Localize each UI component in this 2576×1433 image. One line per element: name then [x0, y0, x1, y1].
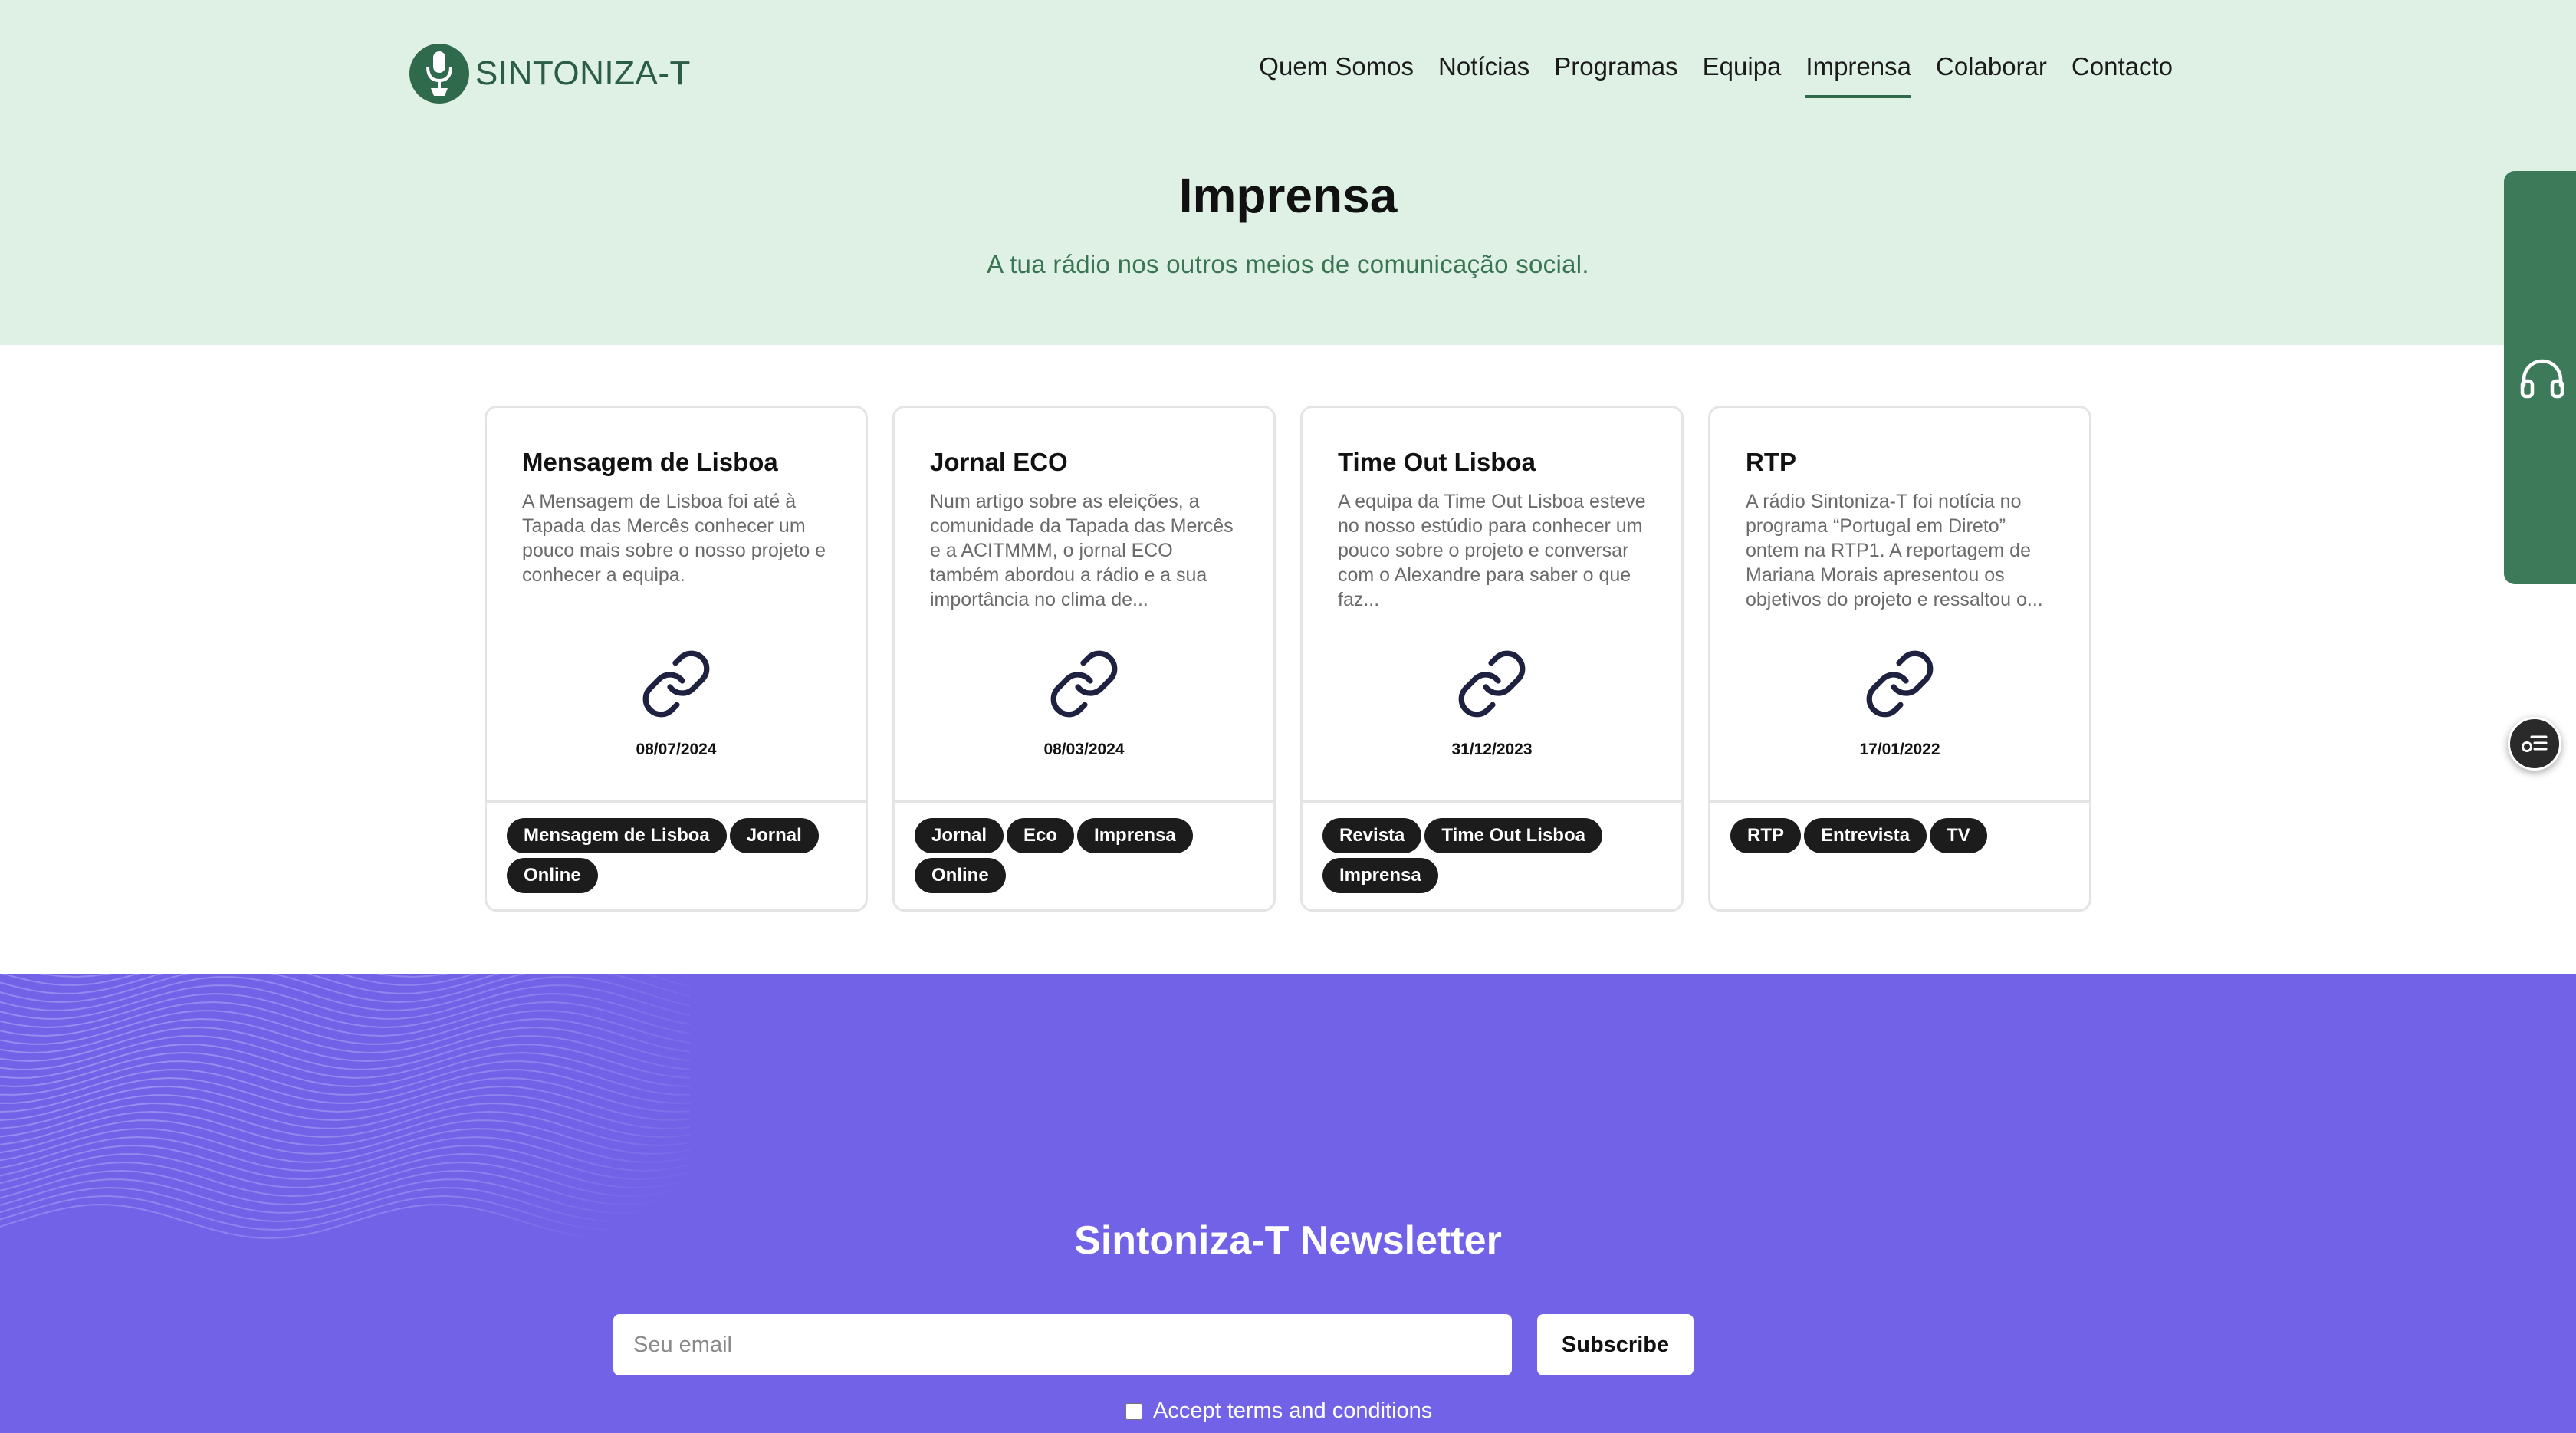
page-subtitle: A tua rádio nos outros meios de comunica…	[987, 250, 1589, 278]
main-nav: Quem Somos Notícias Programas Equipa Imp…	[1259, 52, 2173, 98]
press-card-tags: Mensagem de Lisboa Jornal Online	[487, 800, 866, 909]
site-logo-text: SINTONIZA-T	[475, 54, 691, 92]
email-field[interactable]	[613, 1314, 1512, 1375]
press-card-body: Jornal ECO Num artigo sobre as eleições,…	[895, 408, 1273, 800]
press-card-date: 31/12/2023	[1451, 741, 1533, 758]
press-card-body: Mensagem de Lisboa A Mensagem de Lisboa …	[487, 408, 866, 800]
headphones-icon	[2520, 359, 2564, 398]
accessibility-button[interactable]	[2508, 717, 2561, 771]
press-card-date: 08/07/2024	[636, 741, 717, 758]
tag-chip[interactable]: Eco	[1007, 818, 1075, 853]
press-card-link[interactable]	[895, 647, 1273, 721]
microphone-icon	[409, 44, 469, 104]
link-icon	[1866, 650, 1934, 718]
radio-player-tab[interactable]	[2504, 171, 2576, 584]
wave-line	[0, 974, 690, 994]
press-card-tags: Jornal Eco Imprensa Online	[895, 800, 1273, 909]
nav-item-quem-somos[interactable]: Quem Somos	[1259, 52, 1414, 98]
press-card-text: A rádio Sintoniza-T foi notícia no progr…	[1746, 491, 2043, 610]
nav-item-imprensa[interactable]: Imprensa	[1806, 52, 1911, 98]
wave-line	[0, 1051, 690, 1088]
press-card: RTP A rádio Sintoniza-T foi notícia no p…	[1708, 406, 2091, 912]
tag-chip[interactable]: RTP	[1730, 818, 1801, 853]
tag-chip[interactable]: Imprensa	[1322, 858, 1438, 893]
nav-item-programas[interactable]: Programas	[1554, 52, 1677, 98]
press-card-title: Mensagem de Lisboa	[522, 448, 778, 476]
press-card-tags: RTP Entrevista TV	[1710, 800, 2089, 909]
tag-chip[interactable]: Time Out Lisboa	[1424, 818, 1602, 853]
tag-chip[interactable]: TV	[1930, 818, 1987, 853]
nav-item-colaborar[interactable]: Colaborar	[1936, 52, 2047, 98]
link-icon	[642, 650, 710, 718]
tag-chip[interactable]: Imprensa	[1077, 818, 1193, 853]
tag-chip[interactable]: Revista	[1322, 818, 1422, 853]
nav-item-noticias[interactable]: Notícias	[1438, 52, 1530, 98]
press-card-title: Time Out Lisboa	[1338, 448, 1536, 476]
press-card-link[interactable]	[1710, 647, 2089, 721]
wave-line	[1, 974, 690, 986]
link-icon	[1050, 650, 1118, 718]
tag-chip[interactable]: Jornal	[915, 818, 1004, 853]
tag-chip[interactable]: Online	[915, 858, 1006, 893]
link-icon	[1458, 650, 1526, 718]
newsletter-section: Sintoniza-T Newsletter Subscribe Accept …	[0, 974, 2576, 1433]
terms-checkbox[interactable]	[1125, 1402, 1142, 1420]
press-card-text: A Mensagem de Lisboa foi até à Tapada da…	[522, 491, 826, 586]
press-card-tags: Revista Time Out Lisboa Imprensa	[1303, 800, 1681, 909]
wave-line	[0, 1128, 690, 1163]
nav-item-contacto[interactable]: Contacto	[2072, 52, 2173, 98]
press-card-body: RTP A rádio Sintoniza-T foi notícia no p…	[1710, 408, 2089, 800]
press-card: Time Out Lisboa A equipa da Time Out Lis…	[1300, 406, 1684, 912]
wave-line	[0, 1010, 690, 1045]
subscribe-button[interactable]: Subscribe	[1537, 1314, 1694, 1375]
press-cards: Mensagem de Lisboa A Mensagem de Lisboa …	[485, 406, 2091, 912]
press-card: Mensagem de Lisboa A Mensagem de Lisboa …	[485, 406, 868, 912]
press-card-date: 17/01/2022	[1859, 741, 1940, 758]
press-card-title: Jornal ECO	[930, 448, 1068, 476]
tag-chip[interactable]: Mensagem de Lisboa	[507, 818, 727, 853]
tag-chip[interactable]: Online	[507, 858, 598, 893]
hero-header: SINTONIZA-T Quem Somos Notícias Programa…	[0, 0, 2576, 345]
newsletter-title: Sintoniza-T Newsletter	[1074, 1218, 1502, 1263]
wave-line	[0, 992, 690, 1029]
terms-label: Accept terms and conditions	[1153, 1398, 1433, 1423]
press-card-link[interactable]	[1303, 647, 1681, 721]
site-logo[interactable]: SINTONIZA-T	[409, 43, 691, 104]
press-card-text: A equipa da Time Out Lisboa esteve no no…	[1338, 491, 1646, 610]
press-card-date: 08/03/2024	[1043, 741, 1125, 758]
page-title: Imprensa	[1178, 168, 1398, 223]
accessibility-icon	[2522, 735, 2548, 752]
press-card: Jornal ECO Num artigo sobre as eleições,…	[892, 406, 1276, 912]
wave-pattern	[0, 974, 690, 1239]
press-card-body: Time Out Lisboa A equipa da Time Out Lis…	[1303, 408, 1681, 800]
press-card-title: RTP	[1746, 448, 1796, 476]
press-card-link[interactable]	[487, 647, 866, 721]
tag-chip[interactable]: Jornal	[729, 818, 819, 853]
terms-row: Accept terms and conditions	[1125, 1398, 1432, 1424]
tag-chip[interactable]: Entrevista	[1804, 818, 1927, 853]
press-card-text: Num artigo sobre as eleições, a comunida…	[930, 491, 1234, 610]
nav-item-equipa[interactable]: Equipa	[1703, 52, 1782, 98]
